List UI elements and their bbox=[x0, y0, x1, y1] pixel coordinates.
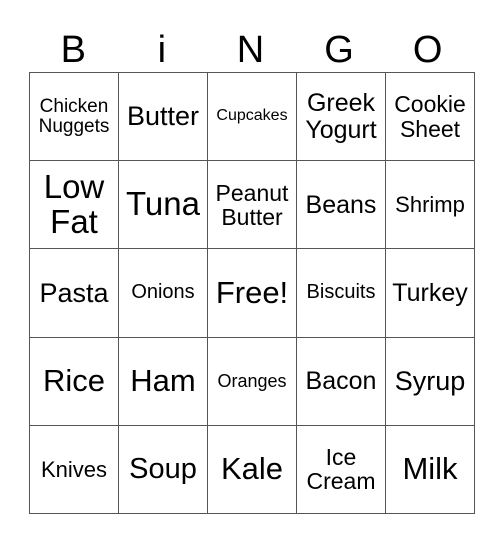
grid-row: Rice Ham Oranges Bacon Syrup bbox=[29, 336, 475, 426]
bingo-cell[interactable]: Bacon bbox=[296, 336, 386, 426]
bingo-cell[interactable]: Knives bbox=[29, 424, 119, 515]
header-letter-o: O bbox=[412, 29, 443, 71]
bingo-header: B i N G O bbox=[29, 28, 472, 72]
bingo-cell[interactable]: Soup bbox=[118, 424, 208, 515]
bingo-cell[interactable]: Milk bbox=[385, 424, 475, 515]
bingo-cell[interactable]: Butter bbox=[118, 71, 208, 162]
bingo-cell[interactable]: Peanut Butter bbox=[207, 160, 297, 250]
bingo-cell[interactable]: Kale bbox=[207, 424, 297, 515]
bingo-cell[interactable]: Greek Yogurt bbox=[296, 71, 386, 162]
bingo-cell[interactable]: Oranges bbox=[207, 336, 297, 426]
grid-row: Pasta Onions Free! Biscuits Turkey bbox=[29, 248, 475, 338]
bingo-cell[interactable]: Shrimp bbox=[385, 160, 475, 250]
bingo-cell[interactable]: Ice Cream bbox=[296, 424, 386, 515]
bingo-cell[interactable]: Onions bbox=[118, 248, 208, 338]
bingo-cell[interactable]: Low Fat bbox=[29, 160, 119, 250]
grid-row: Low Fat Tuna Peanut Butter Beans Shrimp bbox=[29, 160, 475, 250]
bingo-cell[interactable]: Tuna bbox=[118, 160, 208, 250]
bingo-cell[interactable]: Pasta bbox=[29, 248, 119, 338]
header-letter-i: i bbox=[157, 29, 167, 71]
bingo-cell[interactable]: Rice bbox=[29, 336, 119, 426]
bingo-cell[interactable]: Biscuits bbox=[296, 248, 386, 338]
bingo-cell[interactable]: Beans bbox=[296, 160, 386, 250]
free-space-cell[interactable]: Free! bbox=[207, 248, 297, 338]
bingo-grid: Chicken Nuggets Butter Cupcakes Greek Yo… bbox=[29, 71, 475, 515]
bingo-cell[interactable]: Chicken Nuggets bbox=[29, 71, 119, 162]
bingo-cell[interactable]: Ham bbox=[118, 336, 208, 426]
bingo-cell[interactable]: Cookie Sheet bbox=[385, 71, 475, 162]
header-letter-b: B bbox=[60, 29, 86, 71]
header-letter-g: G bbox=[324, 29, 354, 71]
grid-row: Knives Soup Kale Ice Cream Milk bbox=[29, 424, 475, 515]
bingo-cell[interactable]: Turkey bbox=[385, 248, 475, 338]
header-letter-n: N bbox=[236, 29, 265, 71]
grid-row: Chicken Nuggets Butter Cupcakes Greek Yo… bbox=[29, 71, 475, 162]
bingo-cell[interactable]: Cupcakes bbox=[207, 71, 297, 162]
bingo-cell[interactable]: Syrup bbox=[385, 336, 475, 426]
